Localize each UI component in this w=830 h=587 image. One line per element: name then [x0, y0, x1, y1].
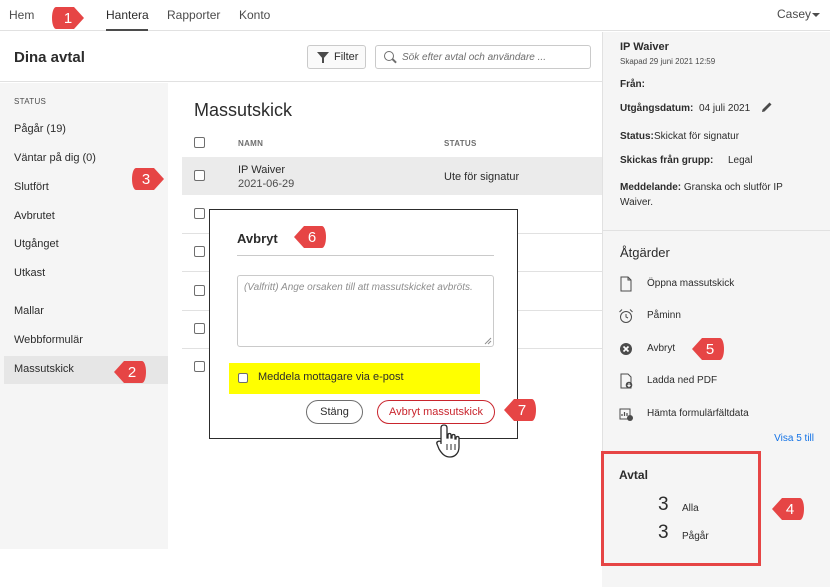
notify-label[interactable]: Meddela mottagare via e-post	[258, 371, 404, 383]
cancel-circle-icon	[620, 343, 632, 355]
action-cancel-label: Avbryt	[647, 343, 676, 354]
details-panel: IP Waiver Skapad 29 juni 2021 12:59 Från…	[602, 32, 830, 452]
nav-account[interactable]: Konto	[239, 8, 270, 22]
callout-2-number: 2	[128, 364, 136, 381]
callout-3: 3	[132, 168, 164, 190]
chevron-down-icon[interactable]	[812, 13, 820, 17]
sidebar-item-waiting[interactable]: Väntar på dig (0)	[14, 152, 96, 164]
actions-heading: Åtgärder	[620, 245, 670, 260]
search-box[interactable]	[375, 45, 591, 69]
dialog-title: Avbryt	[237, 231, 278, 246]
row-checkbox[interactable]	[194, 361, 205, 372]
filter-button[interactable]: Filter	[307, 45, 366, 69]
sidebar-status-heading: STATUS	[14, 97, 47, 106]
details-created: Skapad 29 juni 2021 12:59	[620, 57, 716, 66]
details-expiry-value: 04 juli 2021	[699, 103, 751, 114]
column-header-name[interactable]: NAMN	[238, 139, 263, 148]
form-data-icon	[619, 408, 633, 421]
filter-label: Filter	[334, 51, 359, 63]
callout-7-number: 7	[518, 402, 526, 419]
sidebar-item-mega-sign[interactable]: Massutskick	[14, 363, 74, 375]
row-checkbox[interactable]	[194, 208, 205, 219]
sidebar-item-drafts[interactable]: Utkast	[14, 267, 45, 279]
action-form-data-label: Hämta formulärfältdata	[647, 408, 749, 419]
callout-7: 7	[504, 399, 536, 421]
row-checkbox[interactable]	[194, 285, 205, 296]
close-button[interactable]: Stäng	[306, 400, 363, 424]
sidebar-item-expired[interactable]: Utgånget	[14, 238, 59, 250]
details-from-label: Från:	[620, 79, 645, 90]
details-group-label: Skickas från grupp:	[620, 155, 714, 166]
row-checkbox[interactable]	[194, 170, 205, 181]
details-title: IP Waiver	[620, 41, 669, 53]
sidebar-item-web-forms[interactable]: Webbformulär	[14, 334, 83, 346]
row-checkbox[interactable]	[194, 246, 205, 257]
row-date: 2021-06-29	[238, 178, 295, 190]
annotation-highlight-box	[601, 451, 761, 566]
page-header: Dina avtal Filter	[0, 32, 602, 82]
details-group-value: Legal	[728, 155, 753, 166]
callout-1-number: 1	[64, 10, 72, 27]
row-checkbox[interactable]	[194, 323, 205, 334]
sidebar-item-cancelled[interactable]: Avbrutet	[14, 210, 55, 222]
sidebar-item-in-progress[interactable]: Pågår (19)	[14, 123, 66, 135]
callout-6-number: 6	[308, 229, 316, 246]
callout-2: 2	[114, 361, 146, 383]
cancel-reason-textarea[interactable]	[237, 275, 494, 347]
callout-5-number: 5	[706, 341, 714, 358]
column-header-status[interactable]: STATUS	[444, 139, 477, 148]
details-message: Meddelande: Granska och slutför IP Waive…	[620, 180, 810, 210]
callout-5: 5	[692, 338, 724, 360]
callout-4-number: 4	[786, 501, 794, 518]
select-all-checkbox[interactable]	[194, 137, 205, 148]
notify-checkbox[interactable]	[238, 373, 248, 383]
sidebar-item-templates[interactable]: Mallar	[14, 305, 44, 317]
panel-divider	[603, 230, 830, 231]
document-icon	[620, 276, 632, 292]
page-title: Dina avtal	[14, 49, 85, 66]
nav-manage[interactable]: Hantera	[106, 8, 149, 22]
top-nav: Hem Hantera Rapporter Konto Casey	[0, 0, 830, 31]
callout-3-number: 3	[142, 171, 150, 188]
row-name: IP Waiver	[238, 164, 286, 176]
action-open-label: Öppna massutskick	[647, 278, 735, 289]
action-remind-label: Påminn	[647, 310, 681, 321]
user-menu[interactable]: Casey	[777, 7, 811, 21]
pencil-icon[interactable]	[761, 101, 773, 113]
details-status-label: Status:	[620, 131, 654, 142]
dialog-divider	[237, 255, 494, 256]
list-title: Massutskick	[194, 100, 293, 120]
show-more-link[interactable]: Visa 5 till	[774, 433, 814, 444]
row-status: Ute för signatur	[444, 171, 520, 183]
details-expiry-label: Utgångsdatum:	[620, 103, 694, 114]
details-message-label: Meddelande:	[620, 182, 682, 193]
callout-6: 6	[294, 226, 326, 248]
sidebar: STATUS Pågår (19) Väntar på dig (0) Slut…	[0, 83, 168, 549]
callout-1: 1	[52, 7, 84, 29]
sidebar-item-completed[interactable]: Slutfört	[14, 181, 49, 193]
nav-reports[interactable]: Rapporter	[167, 8, 220, 22]
action-download-pdf-label: Ladda ned PDF	[647, 375, 718, 386]
pdf-download-icon	[620, 373, 633, 389]
details-status-value: Skickat för signatur	[654, 131, 740, 142]
cancel-mega-sign-button[interactable]: Avbryt massutskick	[377, 400, 495, 424]
nav-home[interactable]: Hem	[9, 8, 34, 22]
cancel-dialog: Avbryt Meddela mottagare via e-post Stän…	[209, 209, 518, 439]
alarm-clock-icon	[619, 309, 633, 323]
hand-cursor-icon	[436, 424, 460, 458]
callout-4: 4	[772, 498, 804, 520]
search-input[interactable]	[402, 49, 587, 65]
notify-highlight: Meddela mottagare via e-post	[229, 363, 480, 394]
resize-grip-icon[interactable]	[484, 337, 492, 345]
active-tab-underline	[106, 29, 148, 31]
